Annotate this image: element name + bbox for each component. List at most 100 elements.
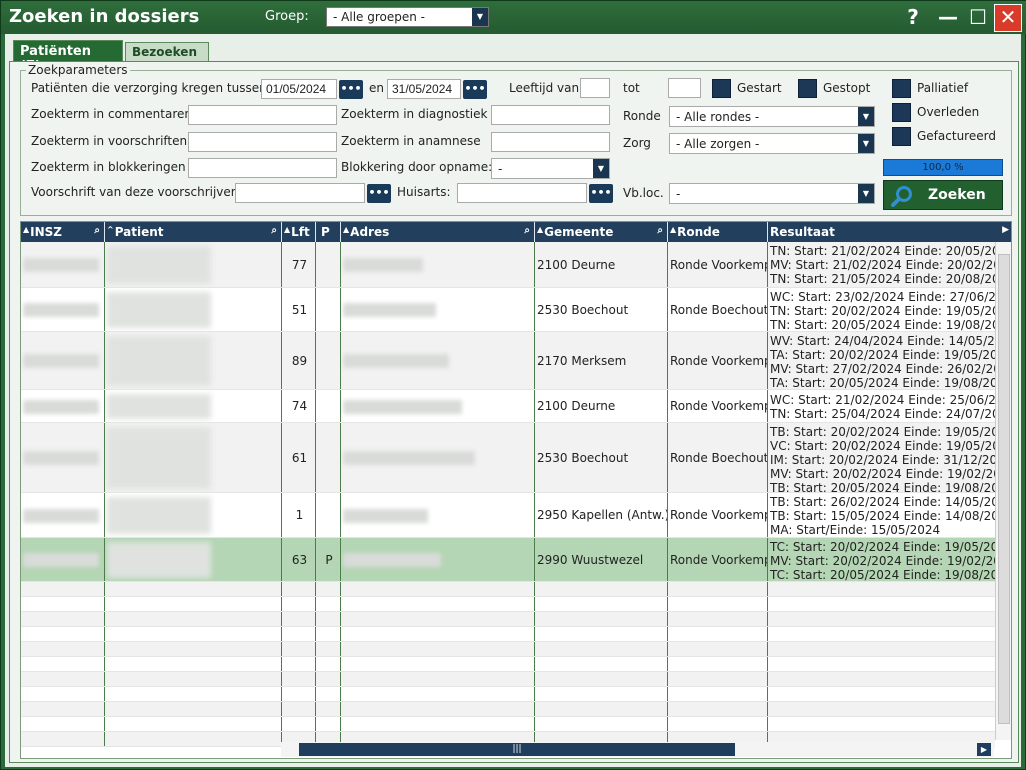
voorschrijver-input[interactable]: [235, 183, 365, 203]
scroll-right-button[interactable]: ▶: [977, 743, 991, 756]
date-to-picker-button[interactable]: •••: [463, 80, 487, 99]
column-divider: [667, 642, 668, 656]
lft-cell: 1: [282, 493, 316, 537]
lft-cell: 89: [282, 332, 316, 389]
column-divider: [315, 597, 316, 611]
patient-cell: [105, 493, 282, 537]
horizontal-scroll-thumb[interactable]: |||: [299, 743, 735, 756]
vbloc-select[interactable]: - ▼: [669, 183, 875, 204]
groep-label: Groep:: [265, 9, 309, 24]
table-row[interactable]: 63 P 2990 Wuustwezel Ronde Voorkemp TC: Star…: [21, 538, 995, 582]
zorg-select-value: - Alle zorgen -: [676, 137, 760, 151]
empty-row: [21, 612, 995, 627]
leeftijd-from-input[interactable]: [580, 78, 610, 98]
col-header-patient[interactable]: ^Patient ⌕: [105, 222, 282, 242]
minimize-button[interactable]: —: [934, 4, 962, 32]
maximize-button[interactable]: ☐: [964, 4, 992, 32]
gemeente-cell: 2530 Boechout: [535, 423, 668, 492]
ronde-value: Ronde Boechout: [670, 302, 768, 317]
column-divider: [315, 717, 316, 731]
ronde-cell: Ronde Boechout: [668, 288, 768, 331]
column-divider: [315, 612, 316, 626]
patient-cell: [105, 332, 282, 389]
column-divider: [340, 597, 341, 611]
help-button[interactable]: ?: [899, 4, 927, 32]
commentaren-input[interactable]: [188, 105, 337, 125]
tab-bezoeken[interactable]: Bezoeken: [125, 42, 209, 62]
column-divider: [104, 612, 105, 626]
chevron-down-icon[interactable]: ▼: [593, 159, 609, 178]
date-from-picker-button[interactable]: •••: [339, 80, 363, 99]
col-header-insz[interactable]: ▲INSZ ⌕: [21, 222, 105, 242]
gemeente-value: 2100 Deurne: [537, 399, 616, 413]
col-header-resultaat[interactable]: Resultaat ▶: [768, 222, 1011, 242]
column-divider: [667, 717, 668, 731]
leeftijd-to-input[interactable]: [668, 78, 701, 98]
table-row[interactable]: 51 2530 Boechout Ronde Boechout WC: Start: …: [21, 288, 995, 332]
gestart-checkbox[interactable]: [712, 79, 731, 98]
palliatief-checkbox[interactable]: [892, 79, 911, 98]
tab-patienten[interactable]: Patiënten (7): [13, 40, 123, 74]
horizontal-scrollbar[interactable]: |||: [281, 742, 994, 757]
voorschrijver-picker-button[interactable]: •••: [367, 184, 391, 203]
table-row[interactable]: 77 2100 Deurne Ronde Voorkemp TN: Start: 21…: [21, 242, 995, 288]
chevron-down-icon[interactable]: ▼: [472, 8, 488, 26]
vertical-scroll-thumb[interactable]: [998, 254, 1010, 724]
table-row[interactable]: 74 2100 Deurne Ronde Voorkemp WC: Start: 21…: [21, 390, 995, 423]
table-row[interactable]: 1 2950 Kapellen (Antw.) Ronde Voorkemp TB: …: [21, 493, 995, 538]
col-header-lft[interactable]: ▲Lft: [282, 222, 316, 242]
date-from-input[interactable]: [261, 79, 337, 99]
close-button[interactable]: ✕: [994, 4, 1022, 32]
empty-row: [21, 687, 995, 702]
overleden-checkbox[interactable]: [892, 103, 911, 122]
table-row[interactable]: 61 2530 Boechout Ronde Boechout TB: Start: …: [21, 423, 995, 493]
resultaat-line: TN: Start: 20/05/2024 Einde: 19/08/20: [770, 318, 995, 331]
gefactureerd-label: Gefactureerd: [917, 129, 996, 143]
blokkeringen-input[interactable]: [188, 158, 337, 178]
empty-row: [21, 672, 995, 687]
voorschrijver-label: Voorschrift van deze voorschrijver:: [31, 185, 240, 199]
groep-select[interactable]: - Alle groepen - ▼: [326, 7, 489, 27]
chevron-down-icon[interactable]: ▼: [858, 134, 874, 153]
title-bar: Zoeken in dossiers Groep: - Alle groepen…: [1, 1, 1026, 34]
vbloc-label: Vb.loc.: [623, 186, 664, 200]
resultaat-cell: WC: Start: 21/02/2024 Einde: 25/06/20 TN:…: [768, 390, 995, 422]
table-row[interactable]: 89 2170 Merksem Ronde Voorkemp WV: Start: 2…: [21, 332, 995, 390]
redacted-patient: [107, 336, 211, 386]
progress-bar: 100,0 %: [883, 159, 1003, 176]
patient-cell: [105, 288, 282, 331]
gestopt-checkbox[interactable]: [798, 79, 817, 98]
gefactureerd-checkbox[interactable]: [892, 127, 911, 146]
column-divider: [767, 687, 768, 701]
huisarts-picker-button[interactable]: •••: [589, 184, 613, 203]
chevron-down-icon[interactable]: ▼: [858, 107, 874, 126]
empty-row: [21, 702, 995, 717]
vertical-scrollbar[interactable]: [995, 242, 1011, 740]
col-header-ronde[interactable]: ▲Ronde: [668, 222, 768, 242]
zorg-select[interactable]: - Alle zorgen - ▼: [669, 133, 875, 154]
redacted-adres: [343, 451, 475, 465]
col-header-gemeente[interactable]: ▲Gemeente ⌕: [535, 222, 668, 242]
voorschriften-input[interactable]: [188, 132, 337, 152]
lft-value: 77: [291, 257, 308, 272]
diagnostiek-input[interactable]: [491, 105, 610, 125]
blokkering-opname-select[interactable]: - ▼: [491, 158, 610, 179]
date-to-input[interactable]: [387, 79, 461, 99]
resultaat-line: TB: Start: 26/02/2024 Einde: 14/05/20: [770, 495, 995, 509]
resultaat-line: MV: Start: 21/02/2024 Einde: 20/02/20: [770, 258, 995, 272]
column-divider: [534, 717, 535, 731]
col-header-adres[interactable]: ▲Adres ⌕: [341, 222, 535, 242]
gemeente-cell: 2100 Deurne: [535, 390, 668, 422]
column-divider: [767, 582, 768, 596]
anamnese-input[interactable]: [491, 132, 610, 152]
search-icon: [891, 186, 912, 207]
col-header-p[interactable]: P: [316, 222, 341, 242]
empty-row: [21, 717, 995, 732]
chevron-down-icon[interactable]: ▼: [858, 184, 874, 203]
column-divider: [534, 657, 535, 671]
ronde-select[interactable]: - Alle rondes - ▼: [669, 106, 875, 127]
leeftijd-label: Leeftijd van: [509, 81, 580, 95]
huisarts-input[interactable]: [457, 183, 587, 203]
resultaat-line: WV: Start: 24/04/2024 Einde: 14/05/20: [770, 334, 995, 348]
zoeken-button[interactable]: Zoeken: [883, 180, 1003, 210]
